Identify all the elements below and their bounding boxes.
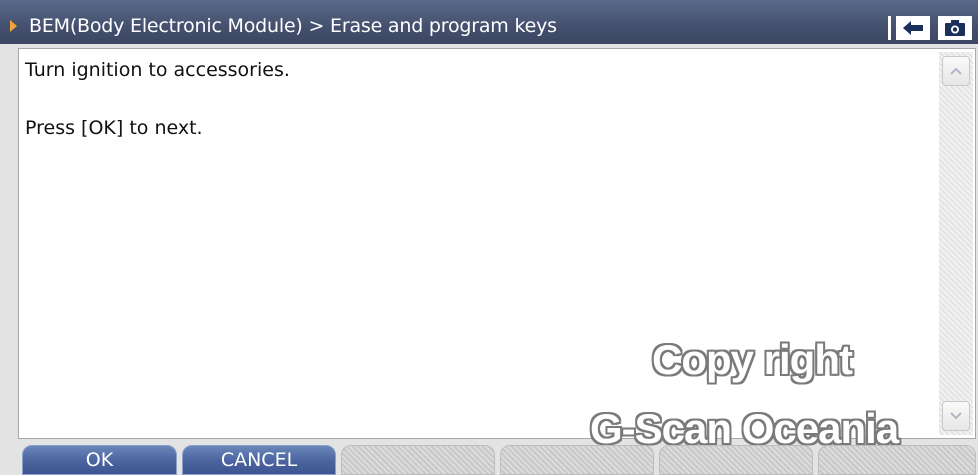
title-arrow-icon bbox=[10, 20, 17, 32]
function-key-empty[interactable] bbox=[659, 445, 813, 475]
cancel-button[interactable]: CANCEL bbox=[182, 445, 336, 475]
screenshot-button[interactable] bbox=[938, 16, 972, 40]
function-key-empty[interactable] bbox=[818, 445, 976, 475]
back-button[interactable] bbox=[896, 16, 930, 40]
instruction-text: Press [OK] to next. bbox=[25, 117, 203, 139]
camera-icon bbox=[945, 20, 965, 36]
breadcrumb-title: BEM(Body Electronic Module) > Erase and … bbox=[29, 15, 557, 37]
vertical-scrollbar[interactable] bbox=[939, 52, 973, 435]
title-divider bbox=[888, 16, 891, 40]
back-arrow-icon bbox=[903, 21, 923, 35]
scroll-down-button[interactable] bbox=[942, 401, 970, 431]
function-key-empty[interactable] bbox=[500, 445, 654, 475]
chevron-up-icon bbox=[950, 67, 962, 75]
scroll-up-button[interactable] bbox=[942, 56, 970, 86]
title-bar: BEM(Body Electronic Module) > Erase and … bbox=[0, 0, 978, 44]
instruction-text: Turn ignition to accessories. bbox=[25, 59, 290, 81]
function-key-bar: OK CANCEL bbox=[0, 445, 978, 475]
watermark-line: Copy right bbox=[652, 336, 853, 383]
chevron-down-icon bbox=[950, 412, 962, 420]
ok-button[interactable]: OK bbox=[22, 445, 177, 475]
function-key-empty[interactable] bbox=[341, 445, 495, 475]
